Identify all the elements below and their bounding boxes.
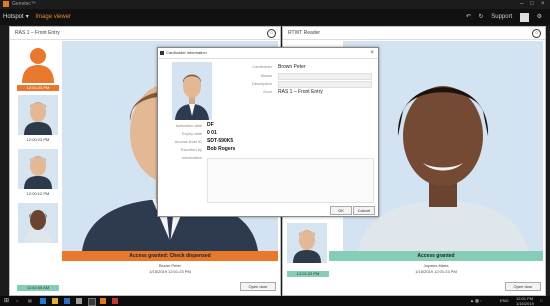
support-link[interactable]: Support: [491, 9, 512, 25]
clock-date[interactable]: 1/15/2019: [516, 301, 534, 306]
folder-icon[interactable]: [52, 298, 58, 304]
close-icon[interactable]: ×: [541, 0, 545, 9]
activation-date-label: Activation date: [175, 123, 202, 128]
thumbnail-time: 11:43:45 AM: [17, 285, 59, 291]
expiry-date-value: 0 01: [207, 130, 217, 136]
person-silhouette-icon: [22, 48, 54, 83]
left-pane-title: RAS 1 – Front Entry: [15, 30, 60, 36]
description-label: Description: [251, 81, 272, 86]
close-icon[interactable]: ×: [370, 48, 374, 58]
window-titlebar: Genetec™ – □ ×: [0, 0, 550, 9]
escorted-by-label: Escorted by: [180, 147, 202, 152]
camera-icon[interactable]: ○: [532, 29, 541, 38]
status-text: Access granted: Check dispensed: [129, 253, 211, 259]
expiry-date-label: Expiry date: [181, 131, 202, 136]
access-level-value: SDT-590K5: [207, 138, 234, 144]
thumbnail-photo[interactable]: [18, 95, 58, 135]
information-field: [207, 158, 374, 203]
thumbnail-time: 12:00:23 PM: [26, 137, 50, 142]
app-icon[interactable]: [112, 298, 118, 304]
door-label: Door: [263, 89, 272, 94]
cardholder-icon: [160, 51, 164, 55]
cardholder-photo: [287, 223, 327, 263]
refresh-icon[interactable]: ↻: [479, 9, 484, 25]
left-event-time: 1/15/2019 12:01:23 PM: [149, 269, 191, 274]
thumbnail-time: 12:01:23 PM: [17, 85, 59, 91]
thumbnail-time: 12:01:23 PM: [287, 271, 329, 277]
task-view-icon[interactable]: ▤: [28, 296, 32, 306]
cardholder-photo: [18, 149, 58, 189]
search-icon[interactable]: ○: [16, 296, 18, 306]
right-pane-header: RTWT Reader ○: [283, 27, 545, 40]
app-icon[interactable]: [88, 298, 96, 306]
left-pane-header: RAS 1 – Front Entry ○: [10, 27, 280, 40]
user-avatar[interactable]: [519, 12, 529, 22]
cardholder-info-dialog: Cardholder information × Cardholder Brow…: [157, 47, 379, 217]
edge-icon[interactable]: [40, 298, 46, 304]
settings-icon[interactable]: ⚙: [537, 9, 542, 25]
home-tab[interactable]: Hotspot: [3, 14, 24, 20]
store-icon[interactable]: [76, 298, 82, 304]
information-label: Information: [181, 155, 202, 160]
activation-date-value: DF: [207, 122, 214, 128]
minimize-icon[interactable]: –: [520, 0, 523, 9]
language-indicator[interactable]: ENG: [500, 296, 509, 306]
man-portrait: [172, 62, 212, 120]
chevron-down-icon[interactable]: ▾: [26, 14, 29, 20]
right-event-time: 1/15/2019 12:01:23 PM: [415, 269, 457, 274]
camera-icon[interactable]: ○: [267, 29, 276, 38]
door-value: RAS 1 – Front Entry: [278, 89, 323, 95]
dialog-cardholder-photo: [172, 62, 212, 120]
thumbnail-silhouette[interactable]: [18, 43, 58, 83]
right-access-status: Access granted: [329, 251, 543, 261]
back-icon[interactable]: ↶: [466, 9, 471, 25]
windows-taskbar: ⊞ ○ ▤ ▲ ▩ ▫ ENG 12:01 PM 1/15/2019 □: [0, 296, 550, 306]
thumbnail-photo[interactable]: [18, 149, 58, 189]
cardholder-label: Cardholder: [252, 64, 272, 69]
window-title: Genetec™: [12, 1, 36, 7]
status-field: [278, 73, 372, 80]
system-tray-icons[interactable]: ▲ ▩ ▫: [470, 296, 481, 306]
dialog-titlebar: Cardholder information ×: [158, 48, 378, 59]
open-door-button[interactable]: Open door: [240, 282, 276, 291]
cardholder-photo: [18, 95, 58, 135]
open-door-button[interactable]: Open door: [505, 282, 541, 291]
right-pane-title: RTWT Reader: [288, 30, 321, 36]
menu-bar: Hotspot ▾ Image viewer ↶ ↻ Support ⚙: [0, 9, 550, 25]
ok-button[interactable]: OK: [330, 206, 352, 215]
cardholder-value: Brown Peter: [278, 64, 306, 70]
windows-start-icon[interactable]: ⊞: [4, 296, 9, 306]
dialog-title: Cardholder information: [166, 50, 207, 55]
app-logo-icon: [3, 1, 9, 7]
description-field: [278, 81, 372, 88]
left-access-status: Access granted: Check dispensed: [62, 251, 278, 261]
status-text: Access granted: [417, 253, 455, 259]
escorted-by-value: Bob Rogers: [207, 146, 236, 152]
mail-icon[interactable]: [64, 298, 70, 304]
image-viewer-tab[interactable]: Image viewer: [35, 14, 71, 20]
thumbnail-photo[interactable]: [18, 203, 58, 243]
thumbnail-time: 12:00:12 PM: [26, 191, 50, 196]
status-label: Status: [260, 73, 272, 78]
cancel-button[interactable]: Cancel: [353, 206, 375, 215]
cardholder-photo: [18, 203, 58, 243]
genetec-icon[interactable]: [100, 298, 106, 304]
access-level-label: Access level ID: [174, 139, 202, 144]
thumbnail-photo[interactable]: [287, 223, 327, 263]
notifications-icon[interactable]: □: [540, 296, 542, 306]
maximize-icon[interactable]: □: [530, 0, 534, 9]
